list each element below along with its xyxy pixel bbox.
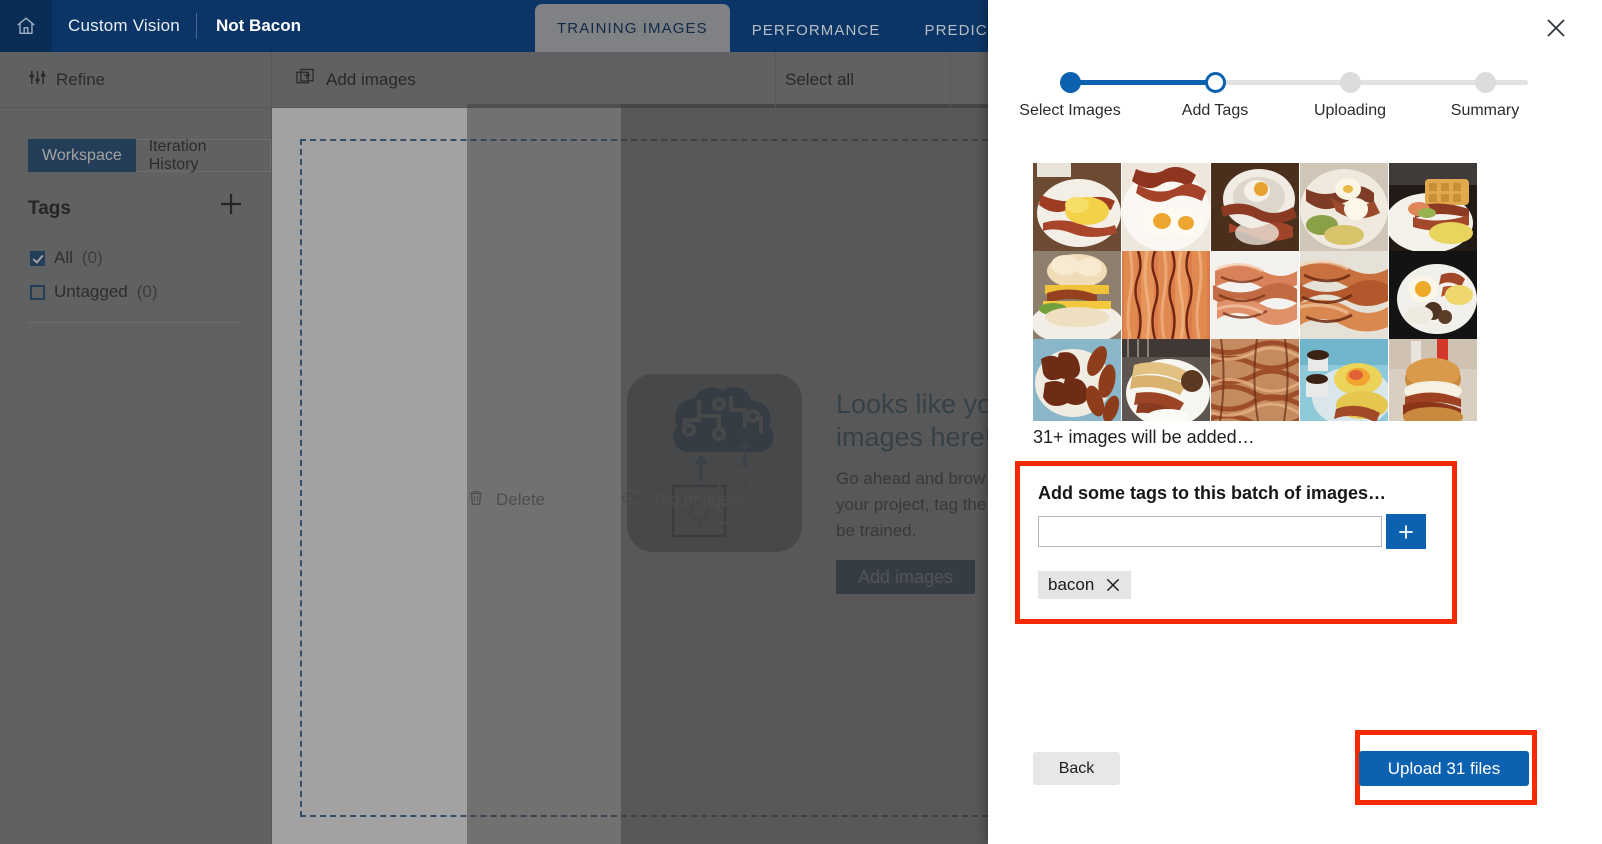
tab-training-images[interactable]: TRAINING IMAGES (535, 4, 730, 52)
thumbnail-image[interactable] (1300, 339, 1388, 421)
upload-wizard-panel: Select Images Add Tags Uploading Summary (988, 0, 1602, 844)
thumbnail-image[interactable] (1122, 163, 1210, 251)
refine-label: Refine (56, 69, 106, 89)
tag-filter-all-label: All (54, 248, 73, 267)
empty-state-heading-line1: Looks like you (836, 389, 1008, 419)
step-label-uploading: Uploading (1313, 102, 1387, 119)
select-all-label: Select all (785, 69, 854, 89)
empty-state-add-images-button[interactable]: Add images (836, 560, 976, 594)
select-all-button[interactable]: Select all (785, 52, 854, 107)
segment-workspace[interactable]: Workspace (28, 139, 136, 172)
step-label-add-tags: Add Tags (1181, 102, 1249, 119)
empty-state-body-line2: your project, tag the (836, 495, 987, 514)
thumbnail-image[interactable] (1300, 251, 1388, 339)
thumbnail-image[interactable] (1033, 251, 1121, 339)
thumbnail-image[interactable] (1211, 163, 1299, 251)
tag-filter-untagged-label: Untagged (54, 282, 128, 301)
selected-images-grid (1033, 163, 1487, 421)
add-image-icon (296, 68, 315, 92)
thumbnail-image[interactable] (1211, 251, 1299, 339)
thumbnail-image[interactable] (1389, 163, 1477, 251)
stepper-track-progress (1060, 80, 1216, 85)
app-root: Looks like you images here! Go ahead and… (0, 0, 1602, 844)
add-tags-title: Add some tags to this batch of images… (1038, 483, 1387, 503)
plus-icon[interactable] (218, 191, 244, 217)
empty-state-heading-line2: images here! (836, 422, 993, 452)
add-images-label: Add images (326, 69, 416, 89)
tag-input[interactable] (1038, 516, 1382, 547)
tag-chip[interactable]: bacon (1038, 571, 1132, 599)
toolbar-divider-1 (271, 52, 272, 107)
tag-filter-untagged-count: (0) (136, 282, 158, 301)
segment-iteration-history[interactable]: Iteration History (135, 138, 271, 173)
workspace-segmented-control: Workspace Iteration History (28, 138, 271, 173)
thumbnail-image[interactable] (1122, 251, 1210, 339)
thumbnail-image[interactable] (1033, 339, 1121, 421)
step-label-select-images: Select Images (1019, 102, 1121, 119)
refine-button[interactable]: Refine (28, 52, 105, 107)
tab-performance[interactable]: PERFORMANCE (730, 8, 903, 52)
checkbox-all[interactable] (30, 250, 45, 266)
home-icon[interactable] (0, 0, 52, 52)
thumbnail-image[interactable] (1389, 339, 1477, 421)
checkbox-untagged[interactable] (30, 284, 45, 300)
wizard-stepper: Select Images Add Tags Uploading Summary (1019, 64, 1544, 124)
thumbnail-image[interactable] (1389, 251, 1477, 339)
thumbnail-image[interactable] (1122, 339, 1210, 421)
add-images-button[interactable]: Add images (296, 52, 416, 107)
sidebar-divider (28, 322, 240, 323)
tags-header: Tags (28, 198, 71, 219)
sidebar: Workspace Iteration History Tags All (0)… (0, 107, 272, 844)
project-name[interactable]: Not Bacon (216, 0, 301, 52)
step-label-summary: Summary (1450, 102, 1520, 119)
tag-filter-all-count: (0) (81, 248, 103, 267)
empty-state-body-line3: be trained. (836, 521, 917, 540)
brand-label[interactable]: Custom Vision (68, 0, 180, 52)
tag-chip-label: bacon (1048, 575, 1095, 594)
step-node-select-images[interactable] (1060, 72, 1081, 93)
brand-separator (196, 13, 197, 39)
toolbar-divider-2 (775, 52, 776, 107)
tag-filter-untagged[interactable]: Untagged (0) (30, 282, 158, 302)
thumbnail-image[interactable] (1211, 339, 1299, 421)
empty-state-body-line1: Go ahead and brow (836, 469, 986, 488)
main-tabs: TRAINING IMAGES PERFORMANCE PREDICTIONS (535, 0, 1061, 52)
tag-chip-list: bacon (1038, 571, 1132, 599)
step-node-add-tags[interactable] (1205, 72, 1226, 93)
thumbnail-image[interactable] (1300, 163, 1388, 251)
step-node-summary[interactable] (1475, 72, 1496, 93)
upload-files-button[interactable]: Upload 31 files (1359, 751, 1529, 786)
close-icon[interactable] (1540, 12, 1572, 44)
back-button[interactable]: Back (1033, 752, 1120, 785)
sliders-icon (28, 68, 47, 92)
add-tag-button[interactable] (1386, 514, 1426, 549)
tag-filter-all[interactable]: All (0) (30, 248, 103, 268)
toolbar-divider-3 (950, 52, 951, 107)
thumbnail-image[interactable] (1033, 163, 1121, 251)
close-icon[interactable] (1105, 577, 1121, 593)
brain-upload-icon (627, 374, 802, 552)
images-count-line: 31+ images will be added… (1033, 427, 1255, 447)
step-node-uploading[interactable] (1340, 72, 1361, 93)
add-tags-section-highlight: Add some tags to this batch of images… b… (1015, 461, 1457, 624)
